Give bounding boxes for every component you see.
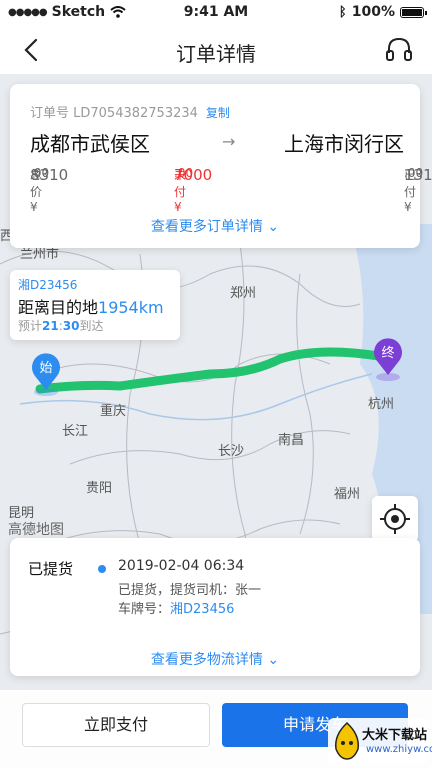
mascot-logo-icon (334, 721, 360, 760)
crosshair-icon (380, 504, 410, 534)
watermark-site: www.zhiyw.com (366, 744, 432, 755)
paid-price-dec: .00 (404, 166, 424, 180)
chevron-down-icon: ⌄ (267, 652, 280, 668)
eta-text: 预计21:30到达 (18, 317, 103, 334)
city-changsha: 长沙 (218, 444, 244, 459)
view-more-logistics-link[interactable]: 查看更多物流详情 ⌄ (10, 649, 420, 669)
city-fuzhou: 福州 (334, 487, 360, 502)
logistics-description: 已提货，提货司机：张一 (118, 583, 262, 598)
battery-icon (400, 6, 427, 18)
city-nanchang: 南昌 (278, 432, 304, 448)
logistics-plate-label: 车牌号： (118, 602, 171, 617)
distance-value: 1954km (98, 298, 164, 317)
logistics-plate: 车牌号：湘D23456 (118, 598, 234, 617)
total-price-dec: .00 (30, 166, 50, 180)
route-arrow-icon: → (222, 132, 236, 151)
locate-button[interactable] (372, 496, 418, 542)
city-guiyang: 贵阳 (86, 481, 112, 496)
vehicle-plate: 湘D23456 (18, 278, 78, 292)
logistics-plate-value[interactable]: 湘D23456 (170, 602, 234, 617)
logistics-status: 已提货 (28, 560, 74, 578)
city-hangzhou: 杭州 (368, 397, 394, 412)
pay-now-button[interactable]: 立即支付 (22, 703, 210, 747)
city-changjiang: 长江 (62, 424, 88, 439)
order-number: 订单号 LD7054382753234 复制 (30, 102, 230, 121)
page-title: 订单详情 (176, 42, 256, 66)
city-lanzhou: 兰州市 (20, 246, 59, 262)
origin-location: 成都市武侯区 (30, 132, 150, 156)
distance-remaining: 距离目的地1954km (18, 294, 164, 318)
status-bar: ●●●●● Sketch 9:41 AM ᛒ 100% (0, 0, 432, 26)
eta-minute: 30 (62, 319, 80, 333)
start-marker-label: 始 (39, 361, 52, 376)
status-dot-icon (98, 565, 106, 573)
view-more-logistics-label: 查看更多物流详情 (150, 652, 263, 668)
watermark-title: 大米下载站 (362, 728, 428, 743)
distance-label: 距离目的地 (18, 298, 99, 317)
view-more-order-details-label: 查看更多订单详情 (150, 219, 263, 235)
order-summary-card: 订单号 LD7054382753234 复制 成都市武侯区 → 上海市闵行区 总价… (10, 84, 432, 248)
distance-info-card: 湘D23456 距离目的地1954km 预计21:30到达 (10, 270, 180, 340)
eta-prefix: 预计 (18, 319, 43, 333)
battery-percent: 100% (351, 4, 395, 20)
eta-suffix: 到达 (79, 319, 104, 333)
nav-bar: 订单详情 (0, 26, 432, 74)
order-number-text: 订单号 LD7054382753234 (30, 106, 198, 121)
eta-hour: 21 (42, 319, 59, 333)
unpaid-price-dec: .00 (174, 166, 194, 180)
bluetooth-icon: ᛒ (338, 4, 347, 20)
city-kunming: 昆明 (8, 506, 34, 521)
chevron-down-icon: ⌄ (267, 219, 280, 235)
site-watermark: 大米下载站 www.zhiyw.com (328, 718, 432, 764)
logistics-time: 2019-02-04 06:34 (118, 558, 245, 574)
city-chongqing: 重庆 (100, 403, 126, 419)
headset-support-icon[interactable] (384, 35, 414, 65)
status-right: ᛒ 100% (338, 4, 427, 20)
view-more-order-details-link[interactable]: 查看更多订单详情 ⌄ (10, 216, 420, 236)
destination-location: 上海市闵行区 (284, 132, 404, 156)
copy-order-link[interactable]: 复制 (206, 106, 230, 120)
city-zhengzhou: 郑州 (230, 286, 256, 301)
logistics-card: 已提货 2019-02-04 06:34 已提货，提货司机：张一 车牌号：湘D2… (10, 538, 420, 676)
map-provider-logo: 高德地图 (8, 521, 64, 538)
end-marker-label: 终 (381, 345, 394, 361)
